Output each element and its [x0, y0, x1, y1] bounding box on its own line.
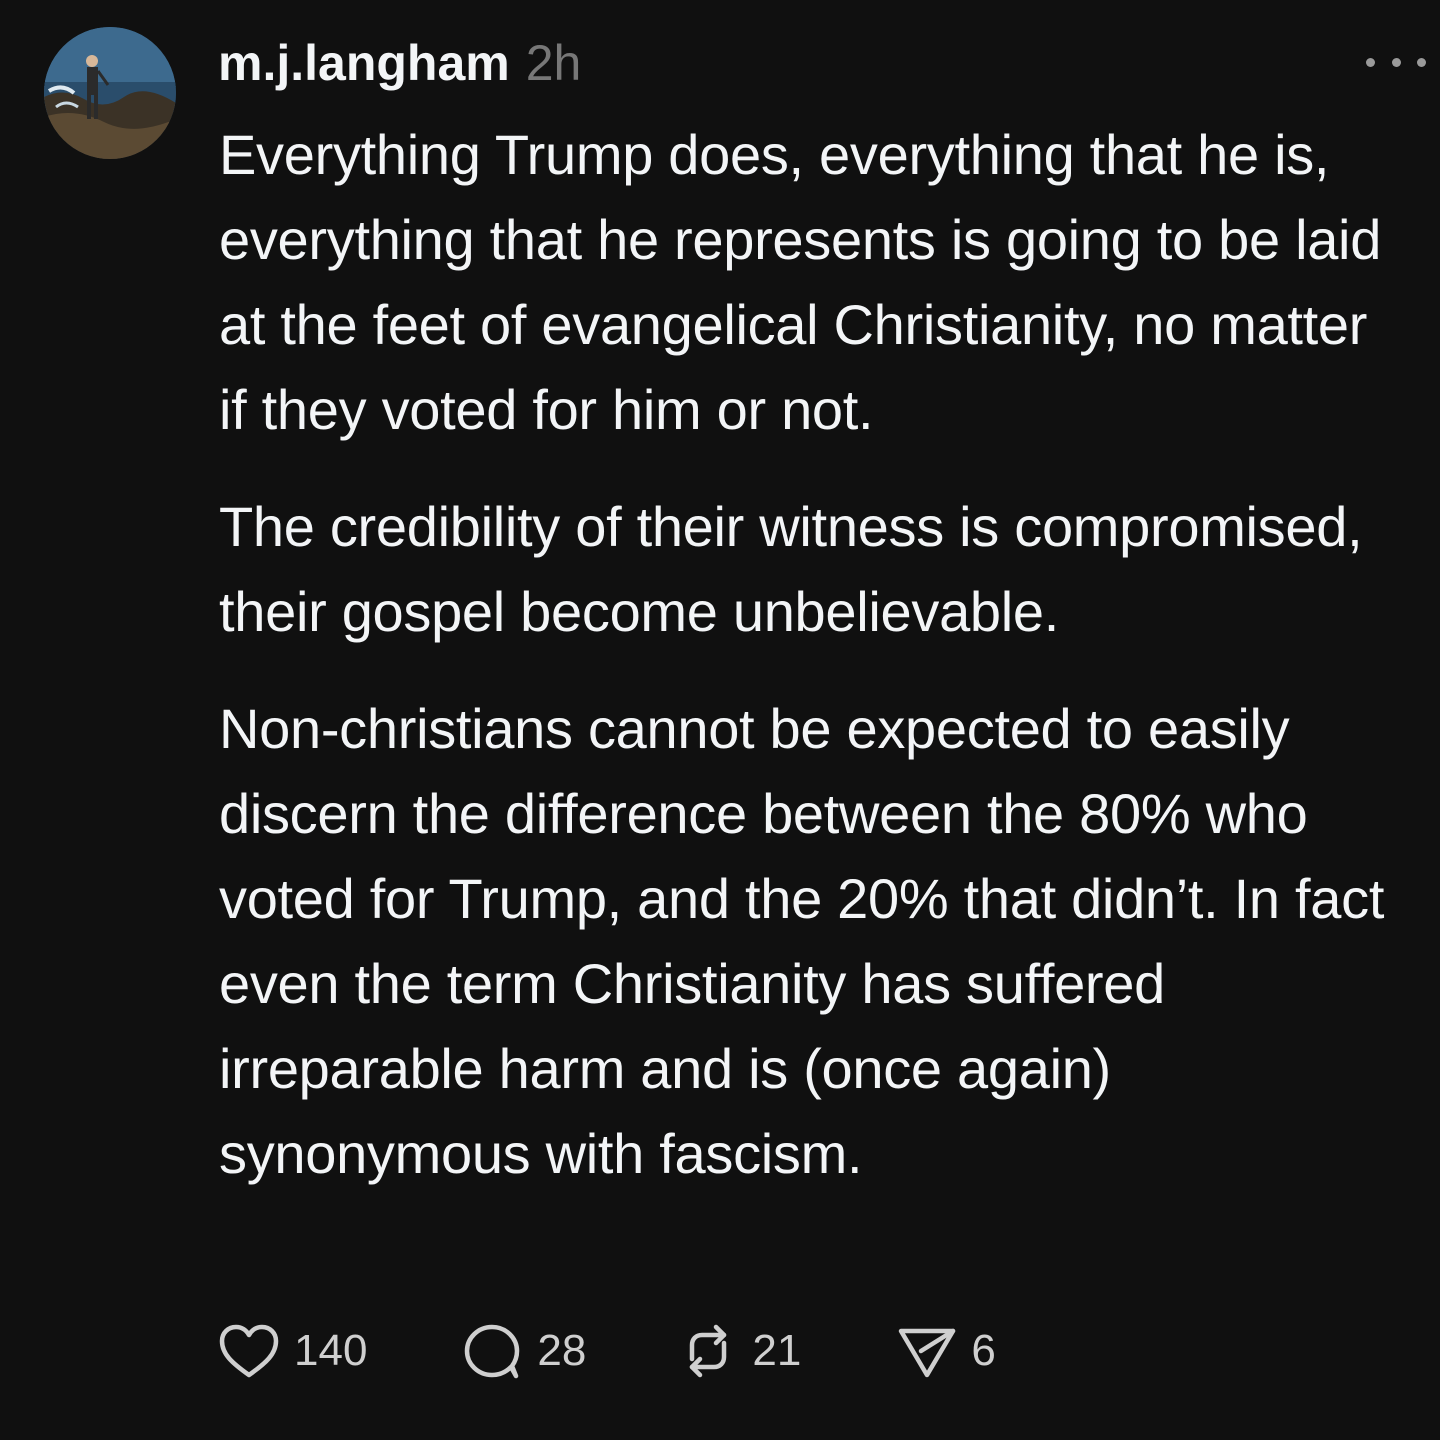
reply-button[interactable]: 28 — [461, 1321, 586, 1381]
threads-post: m.j.langham 2h Everything Trump does, ev… — [0, 0, 1440, 1440]
more-options-icon[interactable] — [1366, 50, 1426, 74]
share-count: 6 — [971, 1326, 996, 1375]
share-button[interactable]: 6 — [897, 1323, 996, 1379]
post-header: m.j.langham 2h — [218, 34, 581, 98]
post-paragraph: Everything Trump does, everything that h… — [219, 123, 1382, 441]
repost-icon — [678, 1323, 738, 1379]
post-body: Everything Trump does, everything that h… — [219, 112, 1409, 1228]
username[interactable]: m.j.langham — [218, 34, 510, 92]
repost-count: 21 — [752, 1326, 802, 1375]
comment-icon — [461, 1321, 523, 1381]
action-bar: 140 28 21 6 — [218, 1318, 996, 1384]
like-button[interactable]: 140 — [218, 1323, 367, 1379]
like-count: 140 — [294, 1326, 368, 1375]
repost-button[interactable]: 21 — [678, 1323, 801, 1379]
profile-photo-icon[interactable] — [44, 27, 176, 159]
post-paragraph: The credibility of their witness is comp… — [219, 495, 1363, 643]
post-paragraph: Non-christians cannot be expected to eas… — [219, 697, 1385, 1185]
reply-count: 28 — [537, 1326, 587, 1375]
timestamp: 2h — [525, 35, 582, 91]
heart-icon — [218, 1323, 280, 1379]
send-icon — [897, 1323, 957, 1379]
